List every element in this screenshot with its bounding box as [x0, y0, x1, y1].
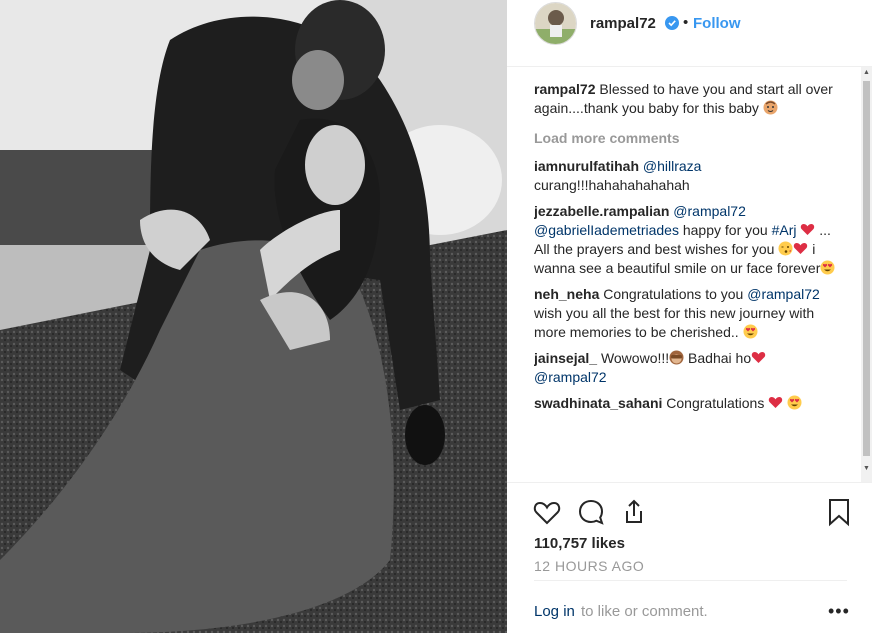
action-bar	[507, 482, 872, 542]
bookmark-icon[interactable]	[824, 497, 854, 527]
login-prompt-text: to like or comment.	[581, 603, 708, 620]
heart-icon[interactable]	[532, 497, 562, 527]
comment-username[interactable]: jainsejal_	[534, 350, 597, 366]
comment-text: curang!!!hahahahahahah	[534, 177, 690, 193]
comment-footer: Log in to like or comment. •••	[534, 580, 850, 633]
heart-eyes-emoji-icon	[820, 260, 835, 275]
post-photo-image	[0, 0, 507, 633]
comment-username[interactable]: jezzabelle.rampalian	[534, 203, 669, 219]
comment-text: Congratulations to you	[603, 286, 744, 302]
comment-mention[interactable]: @rampal72	[747, 286, 820, 302]
more-options-icon[interactable]: •••	[828, 601, 850, 622]
comment-text: Badhai ho	[688, 350, 752, 366]
comments-scrollbar-thumb[interactable]	[863, 81, 870, 456]
heart-eyes-emoji-icon	[743, 324, 758, 339]
comments-list[interactable]: rampal72 Blessed to have you and start a…	[534, 80, 839, 482]
baby-emoji-icon	[763, 100, 778, 115]
scroll-up-arrow-icon[interactable]: ▲	[863, 69, 870, 76]
comment-username[interactable]: neh_neha	[534, 286, 599, 302]
post-details-panel: rampal72 • Follow rampal72 Blessed to ha…	[507, 0, 872, 633]
post-header: rampal72 • Follow	[507, 0, 872, 67]
separator-dot: •	[683, 14, 689, 31]
follow-button[interactable]: Follow	[693, 15, 741, 32]
avatar[interactable]	[534, 2, 577, 45]
share-icon[interactable]	[619, 497, 649, 527]
comment-mention[interactable]: @rampal72	[534, 369, 607, 385]
comment-mention[interactable]: @hillraza	[643, 158, 702, 174]
comment-text: Wowowo!!!	[600, 350, 670, 366]
comment-text: Congratulations	[666, 395, 765, 411]
see-no-evil-monkey-emoji-icon	[669, 350, 684, 365]
red-heart-emoji-icon	[794, 243, 808, 254]
comment: swadhinata_sahani Congratulations	[534, 394, 839, 413]
comment: jainsejal_ Wowowo!!! Badhai ho @rampal72	[534, 349, 839, 387]
comment-mention[interactable]: @rampal72	[673, 203, 746, 219]
avatar-image	[535, 3, 576, 44]
comment-text: happy for you	[682, 222, 768, 238]
header-username[interactable]: rampal72	[590, 15, 656, 32]
heart-eyes-emoji-icon	[787, 395, 802, 410]
verified-badge-icon	[665, 16, 679, 30]
post-photo	[0, 0, 507, 633]
red-heart-emoji-icon	[801, 224, 815, 235]
login-link[interactable]: Log in	[534, 603, 575, 620]
red-heart-emoji-icon	[769, 397, 783, 408]
comment: neh_neha Congratulations to you @rampal7…	[534, 285, 839, 342]
comment-mention[interactable]: @gabrielIademetriades	[534, 222, 679, 238]
kissing-face-emoji-icon	[778, 241, 793, 256]
caption-username[interactable]: rampal72	[534, 81, 595, 97]
comment-text: wish you all the best for this new journ…	[534, 305, 815, 340]
load-more-comments[interactable]: Load more comments	[534, 129, 839, 148]
comment-username[interactable]: iamnurulfatihah	[534, 158, 639, 174]
scroll-down-arrow-icon[interactable]: ▼	[863, 465, 870, 472]
post-timestamp[interactable]: 12 HOURS AGO	[534, 558, 644, 574]
comment: iamnurulfatihah @hillraza curang!!!hahah…	[534, 157, 839, 195]
comment: jezzabelle.rampalian @rampal72 @gabrielI…	[534, 202, 839, 278]
comment-icon[interactable]	[576, 497, 606, 527]
likes-count[interactable]: 110,757 likes	[534, 535, 625, 552]
comment-hashtag[interactable]: #Arj	[772, 222, 797, 238]
red-heart-emoji-icon	[751, 352, 766, 363]
caption: rampal72 Blessed to have you and start a…	[534, 80, 839, 118]
comment-username[interactable]: swadhinata_sahani	[534, 395, 662, 411]
